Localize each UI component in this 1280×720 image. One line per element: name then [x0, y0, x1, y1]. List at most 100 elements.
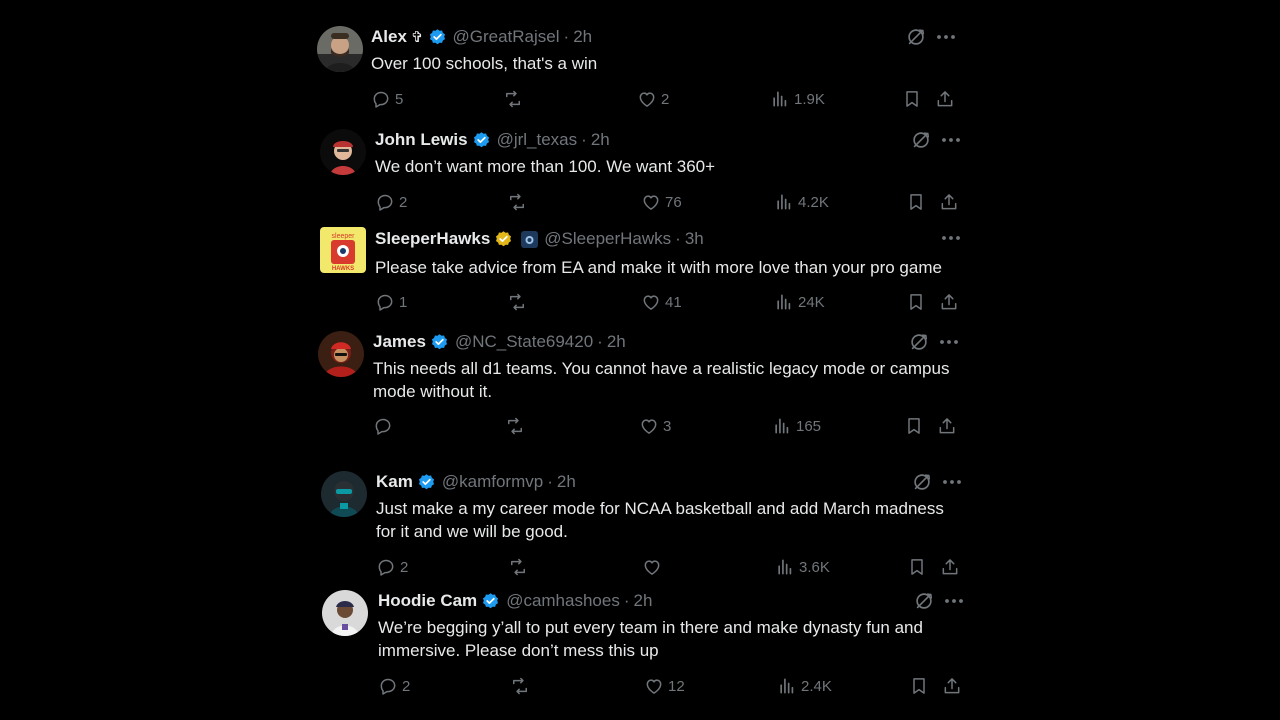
like-button[interactable]: 41 — [641, 290, 682, 314]
share-button[interactable] — [937, 414, 957, 438]
retweet-button[interactable] — [506, 290, 532, 314]
likes-count: 41 — [665, 293, 682, 311]
reply-icon — [378, 676, 398, 696]
reply-button[interactable]: 5 — [371, 87, 403, 111]
author-name[interactable]: John Lewis — [375, 130, 468, 150]
avatar[interactable]: sleeper HAWKS — [320, 227, 366, 273]
author-handle[interactable]: @jrl_texas — [497, 130, 578, 150]
author-name[interactable]: Kam — [376, 472, 413, 492]
author-name[interactable]: SleeperHawks — [375, 229, 490, 249]
avatar[interactable] — [321, 471, 367, 517]
share-icon — [937, 416, 957, 436]
avatar[interactable] — [318, 331, 364, 377]
retweet-button[interactable] — [506, 190, 532, 214]
reply-button[interactable] — [373, 414, 397, 438]
share-button[interactable] — [939, 290, 959, 314]
author-handle[interactable]: @NC_State69420 — [455, 332, 593, 352]
views-button[interactable]: 165 — [772, 414, 821, 438]
retweet-button[interactable] — [509, 674, 535, 698]
reply-button[interactable]: 1 — [375, 290, 407, 314]
verified-badge-icon[interactable] — [417, 473, 436, 492]
grok-icon[interactable] — [911, 471, 933, 493]
views-button[interactable]: 1.9K — [770, 87, 825, 111]
like-button[interactable]: 76 — [641, 190, 682, 214]
timestamp[interactable]: 2h — [607, 332, 626, 352]
views-button[interactable]: 24K — [774, 290, 825, 314]
tweet-header: James @NC_State69420 · 2h — [373, 331, 626, 353]
timestamp[interactable]: 2h — [591, 130, 610, 150]
timestamp[interactable]: 2h — [557, 472, 576, 492]
retweet-button[interactable] — [502, 87, 528, 111]
separator-dot: · — [597, 332, 603, 351]
like-button[interactable]: 12 — [644, 674, 685, 698]
bookmark-button[interactable] — [906, 190, 926, 214]
retweet-icon — [509, 676, 531, 696]
views-count: 165 — [796, 417, 822, 435]
affiliate-badge-icon[interactable] — [521, 230, 539, 248]
views-icon — [775, 557, 795, 577]
author-name[interactable]: Alex — [371, 27, 407, 47]
author-handle[interactable]: @GreatRajsel — [453, 27, 560, 47]
tweet-header: SleeperHawks @SleeperHawks · 3h — [375, 228, 704, 250]
more-icon[interactable] — [939, 227, 963, 249]
author-handle[interactable]: @camhashoes — [506, 591, 620, 611]
timestamp[interactable]: 2h — [573, 27, 592, 47]
like-button[interactable]: 2 — [637, 87, 669, 111]
avatar[interactable] — [322, 590, 368, 636]
retweet-button[interactable] — [507, 555, 533, 579]
more-icon[interactable] — [934, 26, 958, 48]
bookmark-button[interactable] — [909, 674, 929, 698]
timestamp[interactable]: 2h — [634, 591, 653, 611]
reply-button[interactable]: 2 — [375, 190, 407, 214]
share-button[interactable] — [939, 190, 959, 214]
views-button[interactable]: 2.4K — [777, 674, 832, 698]
tweet-header: Hoodie Cam @camhashoes · 2h — [378, 590, 652, 612]
verified-badge-icon[interactable] — [481, 592, 500, 611]
avatar[interactable] — [317, 26, 363, 72]
share-button[interactable] — [942, 674, 962, 698]
grok-icon[interactable] — [905, 26, 927, 48]
views-button[interactable]: 3.6K — [775, 555, 830, 579]
tweet-text: Over 100 schools, that's a win — [371, 54, 598, 73]
like-button[interactable] — [642, 555, 666, 579]
views-count: 3.6K — [799, 558, 830, 576]
verified-badge-icon[interactable] — [430, 333, 449, 352]
bookmark-button[interactable] — [907, 555, 927, 579]
bookmark-button[interactable] — [904, 414, 924, 438]
share-button[interactable] — [940, 555, 960, 579]
like-icon — [637, 89, 657, 109]
reply-button[interactable]: 2 — [376, 555, 408, 579]
avatar[interactable] — [320, 129, 366, 175]
author-handle[interactable]: @SleeperHawks — [544, 229, 671, 249]
grok-icon[interactable] — [913, 590, 935, 612]
author-handle[interactable]: @kamformvp — [442, 472, 543, 492]
timestamp[interactable]: 3h — [685, 229, 704, 249]
reply-button[interactable]: 2 — [378, 674, 410, 698]
like-icon — [639, 416, 659, 436]
bookmark-button[interactable] — [906, 290, 926, 314]
like-button[interactable]: 3 — [639, 414, 671, 438]
views-button[interactable]: 4.2K — [774, 190, 829, 214]
replies-count: 2 — [399, 193, 408, 211]
grok-icon[interactable] — [908, 331, 930, 353]
likes-count: 12 — [668, 677, 685, 695]
more-icon[interactable] — [942, 590, 966, 612]
verified-badge-icon[interactable] — [472, 131, 491, 150]
bookmark-icon — [904, 416, 924, 436]
grok-icon[interactable] — [910, 129, 932, 151]
author-name[interactable]: Hoodie Cam — [378, 591, 477, 611]
verified-badge-icon[interactable] — [494, 230, 513, 249]
more-icon[interactable] — [937, 331, 961, 353]
bookmark-icon — [909, 676, 929, 696]
views-icon — [770, 89, 790, 109]
like-icon — [644, 676, 664, 696]
share-icon — [935, 89, 955, 109]
bookmark-button[interactable] — [902, 87, 922, 111]
more-icon[interactable] — [939, 129, 963, 151]
likes-count: 76 — [665, 193, 682, 211]
verified-badge-icon[interactable] — [428, 28, 447, 47]
author-name[interactable]: James — [373, 332, 426, 352]
share-button[interactable] — [935, 87, 955, 111]
more-icon[interactable] — [940, 471, 964, 493]
retweet-button[interactable] — [504, 414, 530, 438]
